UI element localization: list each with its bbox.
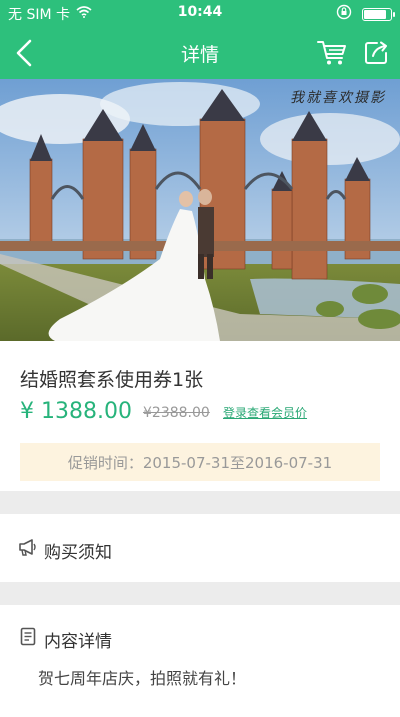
photo-watermark: 我就喜欢摄影 [290,90,386,106]
cart-button[interactable] [312,34,352,72]
share-button[interactable] [357,34,395,72]
status-right [336,4,395,24]
cart-icon [317,41,346,65]
product-card: 结婚照套系使用券1张 ¥ 1388.00 ¥2388.00 登录查看会员价 促销… [0,341,400,491]
content-details-section: 内容详情 贺七周年店庆，拍照就有礼！ [0,605,400,717]
purchase-notice-row[interactable]: 购买须知 [0,514,400,582]
battery-icon [362,7,395,21]
megaphone-icon [18,538,38,560]
original-price: ¥2388.00 [143,405,210,421]
product-name: 结婚照套系使用券1张 [20,369,204,391]
promo-period-banner: 促销时间：2015-07-31至2016-07-31 [20,443,380,481]
share-icon [365,41,387,64]
product-price: ¥ 1388.00 [20,399,132,424]
nav-bar: 详情 [0,26,400,79]
document-icon [20,627,36,650]
content-details-label: 内容详情 [44,632,112,652]
member-price-link[interactable]: 登录查看会员价 [223,404,307,421]
rotation-lock-icon [336,4,352,24]
promo-period-text: 促销时间：2015-07-31至2016-07-31 [67,453,333,472]
status-bar: 无 SIM 卡 10:44 [0,0,400,26]
product-photo[interactable]: 我就喜欢摄影 [0,79,400,341]
purchase-notice-label: 购买须知 [44,543,112,563]
content-details-text: 贺七周年店庆，拍照就有礼！ [38,669,247,688]
